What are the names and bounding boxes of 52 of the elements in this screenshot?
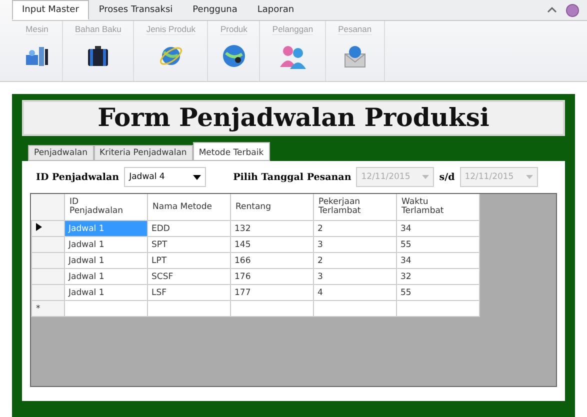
ribbon-tab[interactable]: Proses Transaksi	[88, 0, 183, 20]
table-cell: 2	[313, 220, 396, 236]
table-cell: 132	[230, 220, 313, 236]
field-label: s/d	[439, 172, 455, 182]
form-tab[interactable]: Metode Terbaik	[192, 142, 270, 161]
table-cell: 3	[313, 236, 396, 252]
dropdown-arrow-icon	[193, 174, 202, 180]
column-header[interactable]: Nama Metode	[147, 194, 230, 220]
table-cell: 166	[230, 252, 313, 268]
table-cell: Jadwal 1	[64, 220, 147, 236]
table-cell: 177	[230, 284, 313, 300]
table-cell: 4	[313, 284, 396, 300]
table-cell: 176	[230, 268, 313, 284]
column-header[interactable]: Pekerjaan Terlambat	[313, 194, 396, 220]
dropdown-arrow-icon	[422, 175, 430, 179]
form-tab[interactable]: Penjadwalan	[28, 145, 94, 161]
table-cell: Jadwal 1	[64, 284, 147, 300]
ribbon-tab[interactable]: Laporan	[247, 0, 304, 20]
users-icon	[278, 43, 307, 69]
column-header[interactable]: Waktu Terlambat	[396, 194, 479, 220]
current-row-icon	[36, 223, 42, 231]
column-header[interactable]: Rentang	[230, 194, 313, 220]
mail-icon	[342, 43, 368, 69]
ribbon-tab[interactable]: Input Master	[12, 0, 89, 20]
new-row-marker: *	[36, 304, 40, 314]
table-cell: 34	[396, 252, 479, 268]
table-cell: 145	[230, 236, 313, 252]
id-dropdown[interactable]: Jadwal 4	[124, 167, 206, 187]
table-cell: EDD	[147, 220, 230, 236]
table-cell: LSF	[147, 284, 230, 300]
field-label: ID Penjadwalan	[36, 172, 120, 182]
table-cell: 2	[313, 252, 396, 268]
table-cell: LPT	[147, 252, 230, 268]
table-cell: Jadwal 1	[64, 268, 147, 284]
form-tab[interactable]: Kriteria Penjadwalan	[94, 145, 193, 161]
globe-icon	[220, 43, 247, 69]
collapse-icon[interactable]	[546, 5, 558, 15]
ribbon-tab[interactable]: Pengguna	[182, 0, 248, 20]
dropdown-arrow-icon	[526, 175, 533, 179]
form-title: Form Penjadwalan Produksi	[22, 100, 565, 136]
orb-icon[interactable]	[566, 4, 579, 16]
field-label: Pilih Tanggal Pesanan	[233, 172, 352, 182]
table-cell: 55	[396, 236, 479, 252]
table-cell: Jadwal 1	[64, 252, 147, 268]
table-cell: Jadwal 1	[64, 236, 147, 252]
row-header[interactable]	[32, 220, 64, 236]
table-cell: 3	[313, 268, 396, 284]
table-cell: SPT	[147, 236, 230, 252]
table-cell: SCSF	[147, 268, 230, 284]
table-cell: 34	[396, 220, 479, 236]
table-cell: 32	[396, 268, 479, 284]
table-cell: 55	[396, 284, 479, 300]
